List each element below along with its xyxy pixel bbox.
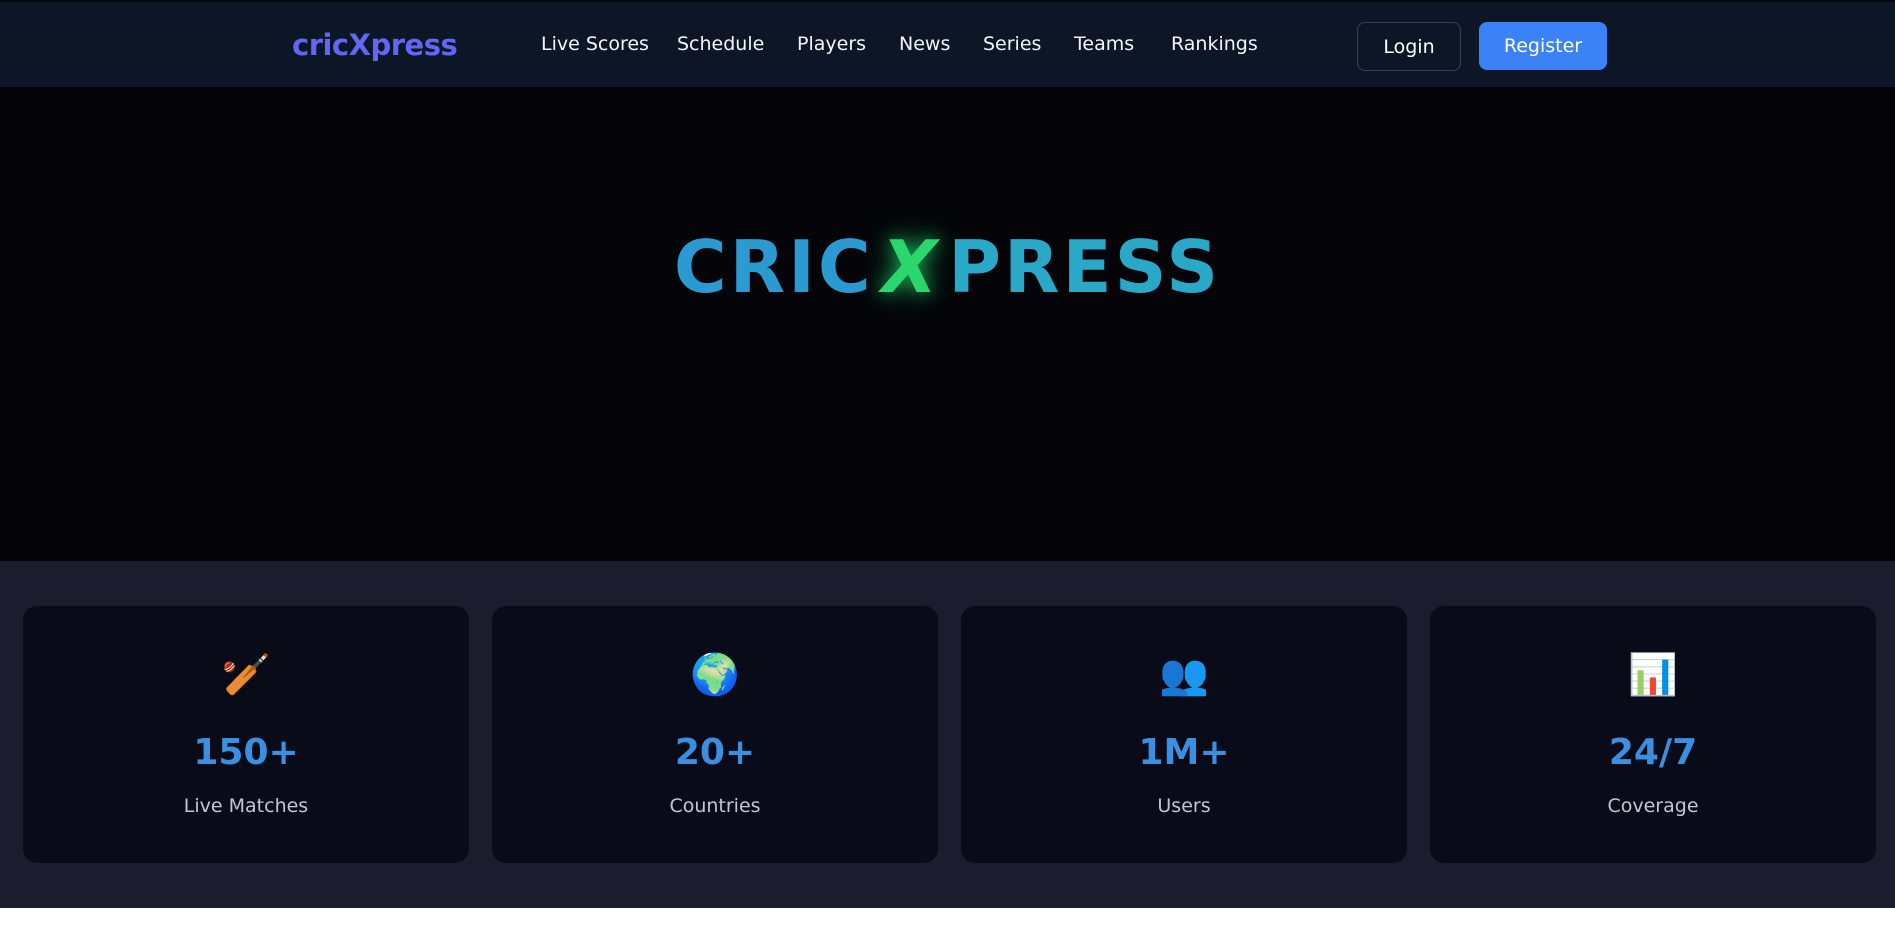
users-icon: 👥 (1159, 652, 1209, 698)
stat-card-coverage: 📊 24/7 Coverage (1430, 606, 1876, 863)
bar-chart-icon: 📊 (1628, 652, 1678, 698)
hero-logo-x: X (881, 225, 941, 309)
stat-card-users: 👥 1M+ Users (961, 606, 1407, 863)
top-navbar: cricXpress Live Scores Schedule Players … (0, 0, 1895, 87)
stat-label: Users (1157, 795, 1211, 817)
globe-icon: 🌍 (690, 652, 740, 698)
nav-link-players[interactable]: Players (797, 33, 866, 55)
nav-links: Live Scores Schedule Players News Series… (0, 2, 1895, 89)
page-bottom-edge (0, 908, 1895, 926)
nav-link-live-scores[interactable]: Live Scores (541, 33, 649, 55)
cricket-bat-icon: 🏏 (221, 652, 271, 698)
stat-value: 24/7 (1608, 732, 1698, 773)
stat-value: 1M+ (1138, 732, 1230, 773)
hero-section: CRIC X PRESS (0, 87, 1895, 561)
stats-section: 🏏 150+ Live Matches 🌍 20+ Countries 👥 1M… (0, 561, 1895, 908)
stat-value: 150+ (193, 732, 299, 773)
login-button[interactable]: Login (1357, 22, 1461, 71)
stat-label: Countries (669, 795, 761, 817)
hero-logo: CRIC X PRESS (0, 225, 1895, 309)
stat-label: Coverage (1607, 795, 1699, 817)
nav-link-schedule[interactable]: Schedule (677, 33, 764, 55)
nav-link-rankings[interactable]: Rankings (1171, 33, 1258, 55)
stat-card-live-matches: 🏏 150+ Live Matches (23, 606, 469, 863)
nav-link-series[interactable]: Series (983, 33, 1041, 55)
register-button[interactable]: Register (1479, 22, 1607, 70)
stat-label: Live Matches (183, 795, 309, 817)
nav-link-teams[interactable]: Teams (1074, 33, 1134, 55)
hero-logo-press: PRESS (948, 225, 1222, 309)
stat-value: 20+ (674, 732, 756, 773)
hero-logo-cric: CRIC (673, 225, 874, 309)
stat-card-countries: 🌍 20+ Countries (492, 606, 938, 863)
nav-link-news[interactable]: News (899, 33, 950, 55)
